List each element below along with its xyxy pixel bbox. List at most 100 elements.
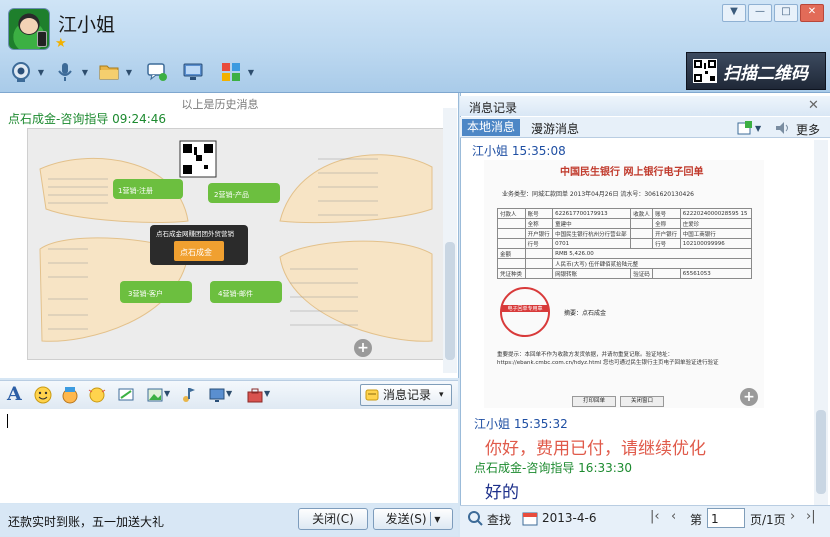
tab-roaming-messages[interactable]: 漫游消息 (531, 120, 579, 137)
table-cell: 65561053 (679, 268, 753, 279)
chevron-down-icon[interactable]: ▼ (226, 389, 232, 398)
speaker-icon[interactable] (774, 120, 792, 136)
first-page-icon[interactable]: |‹ (650, 509, 660, 524)
folder-icon (99, 65, 119, 80)
export-icon[interactable] (737, 120, 753, 136)
send-file-button[interactable]: ▼ (96, 58, 132, 86)
next-page-icon[interactable]: › (790, 509, 795, 524)
send-options-dropdown[interactable]: ▾ (430, 512, 441, 526)
record-entry-header: 点石成金-咨询指导 16:33:30 (474, 459, 632, 476)
table-cell: 金额 (497, 248, 526, 259)
table-cell: 0701 (552, 238, 632, 249)
image-icon[interactable] (146, 386, 164, 404)
receipt-bank-head: 中国民生银行 网上银行电子回单 (560, 167, 704, 178)
maximize-button[interactable]: □ (774, 4, 798, 22)
table-cell: 付款人 (497, 208, 526, 219)
avatar[interactable] (8, 8, 50, 50)
tab-local-messages[interactable]: 本地消息 (462, 119, 520, 136)
receipt-meta: 业务类型：同城汇款回单 2013年04月26日 流水号：306162013042… (502, 191, 694, 198)
table-cell (630, 218, 654, 229)
prev-page-icon[interactable]: ‹ (671, 509, 676, 524)
voice-call-button[interactable]: ▼ (52, 58, 88, 86)
chevron-down-icon[interactable]: ▼ (164, 389, 170, 398)
table-cell (630, 228, 654, 239)
menu-dropdown-button[interactable]: ▼ (722, 4, 746, 22)
table-cell (524, 268, 554, 279)
chevron-down-icon[interactable]: ▼ (755, 124, 761, 133)
message-record-button[interactable]: 消息记录 ▾ (360, 384, 452, 406)
magic-emoji-icon[interactable] (61, 386, 79, 404)
chat-scrollbar[interactable] (443, 108, 457, 373)
mindmap-branch-1: 1营销-注册 (118, 186, 153, 195)
screenshot-icon[interactable] (117, 386, 135, 404)
table-cell: 开户银行 (524, 228, 554, 239)
chevron-down-icon: ▾ (439, 390, 444, 400)
record-time: 16:33:30 (578, 461, 633, 475)
table-cell: 网银转账 (552, 268, 632, 279)
search-button[interactable]: 查找 (487, 511, 511, 528)
apps-button[interactable]: ▼ (218, 58, 254, 86)
page-number-input[interactable]: 1 (707, 508, 745, 528)
scrollbar-thumb[interactable] (816, 410, 826, 494)
record-message-text: 你好，费用已付，请继续优化 (485, 439, 706, 459)
receipt-notice: 重要提示：本回单不作为收款方发货依据，并请勿重复记账。验证地址：https://… (497, 352, 719, 366)
video-call-button[interactable]: ▼ (8, 58, 44, 86)
sms-button[interactable] (144, 58, 170, 86)
history-divider-label: 以上是历史消息 (175, 98, 265, 111)
scrollbar-thumb[interactable] (445, 242, 455, 360)
record-scrollbar[interactable] (814, 140, 828, 505)
table-cell: 童建中 (552, 218, 632, 229)
history-divider: 以上是历史消息 (0, 96, 440, 111)
record-sender: 江小姐 (474, 417, 511, 431)
zoom-in-icon[interactable]: + (740, 388, 758, 406)
table-cell: 账号 (524, 208, 554, 219)
emoji-icon[interactable] (34, 386, 52, 404)
chevron-down-icon[interactable]: ▼ (264, 389, 270, 398)
mindmap-branch-4: 4营销-邮件 (218, 289, 253, 298)
more-button[interactable]: 更多 (796, 121, 820, 138)
input-toolbar: A ▼ ▼ ▼ 消息记录 ▾ (0, 380, 458, 410)
table-row: 人民币(大写) 伍仟肆佰贰拾陆元整 (497, 258, 752, 269)
table-cell (524, 248, 554, 259)
screen-share-icon[interactable] (208, 386, 226, 404)
close-icon[interactable]: ✕ (808, 98, 819, 113)
message-record-label: 消息记录 (383, 388, 432, 402)
ad-link[interactable]: 还款实时到账，五一加送大礼 (8, 513, 164, 530)
scan-qr-label: 扫描二维码 (723, 64, 808, 84)
table-row: 开户银行 中国民生银行杭州分行营业部 开户银行 中国工商银行 (497, 228, 753, 239)
message-input[interactable] (0, 409, 458, 503)
remote-desktop-button[interactable] (180, 58, 206, 86)
record-message-text: 好的 (485, 483, 519, 503)
last-page-icon[interactable]: ›| (806, 509, 816, 524)
chevron-down-icon: ▼ (247, 68, 254, 77)
table-cell (497, 258, 526, 269)
send-label: 发送(S) (385, 512, 427, 526)
calendar-icon[interactable] (522, 510, 538, 526)
page-suffix: 页/1页 (750, 513, 786, 527)
shake-icon[interactable] (88, 386, 106, 404)
mindmap-image[interactable]: 1营销-注册 2营销-产品 3营销-客户 4营销-邮件 点石成金网赚团团外贸营销… (27, 128, 445, 360)
close-button[interactable]: 关闭(C) (298, 508, 368, 530)
table-cell: 开户银行 (652, 228, 681, 239)
bank-receipt-image[interactable]: 中国民生银行 网上银行电子回单 业务类型：同城汇款回单 2013年04月26日 … (484, 160, 764, 408)
font-icon[interactable]: A (7, 383, 22, 405)
send-button[interactable]: 发送(S) ▾ (373, 508, 453, 530)
close-window-button[interactable]: ✕ (800, 4, 824, 22)
bank-seal: 电子回单专用章 (500, 287, 550, 337)
record-sender: 点石成金-咨询指导 (474, 461, 575, 475)
table-cell: 庄爱珍 (679, 218, 753, 229)
zoom-in-icon[interactable]: + (354, 339, 372, 357)
date-value[interactable]: 2013-4-6 (542, 511, 596, 525)
search-icon[interactable] (467, 510, 483, 526)
table-cell: 账号 (652, 208, 681, 219)
chevron-down-icon: ▼ (81, 68, 88, 77)
window-controls: ▼ — □ ✕ (720, 3, 824, 22)
toolbox-icon[interactable] (246, 386, 264, 404)
table-row: 凭证种类 网银转账 验证码 65561053 (497, 268, 753, 279)
music-share-icon[interactable] (180, 386, 198, 404)
scan-qr-banner[interactable]: 扫描二维码 (686, 52, 826, 90)
table-cell: 中国民生银行杭州分行营业部 (552, 228, 632, 239)
minimize-button[interactable]: — (748, 4, 772, 22)
mindmap-branch-3: 3营销-客户 (128, 289, 163, 298)
message-time: 09:24:46 (112, 112, 167, 126)
